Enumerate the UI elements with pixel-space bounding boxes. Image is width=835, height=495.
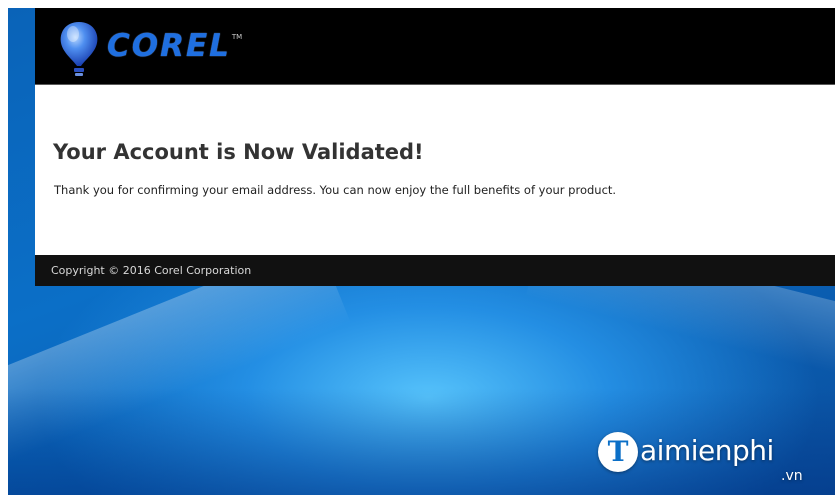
balloon-icon xyxy=(57,18,101,78)
corel-logo: COREL TM xyxy=(57,18,242,78)
window-body: Your Account is Now Validated! Thank you… xyxy=(35,85,835,255)
corel-validation-window: COREL TM Your Account is Now Validated! … xyxy=(35,8,835,286)
window-header: COREL TM xyxy=(35,8,835,85)
watermark-badge-letter: T xyxy=(607,435,629,468)
watermark-text: aimienphi xyxy=(640,434,774,467)
copyright-text: Copyright © 2016 Corel Corporation xyxy=(51,264,252,277)
watermark-badge-icon: T xyxy=(598,432,638,472)
confirmation-message: Thank you for confirming your email addr… xyxy=(54,183,617,197)
page-title: Your Account is Now Validated! xyxy=(53,140,424,164)
trademark-mark: TM xyxy=(231,33,243,41)
window-footer: Copyright © 2016 Corel Corporation xyxy=(35,255,835,286)
watermark-logo: T aimienphi .vn xyxy=(598,430,823,492)
watermark-domain-suffix: .vn xyxy=(781,468,803,484)
screen: COREL TM Your Account is Now Validated! … xyxy=(0,0,835,495)
logo-wordmark: COREL xyxy=(107,28,231,64)
